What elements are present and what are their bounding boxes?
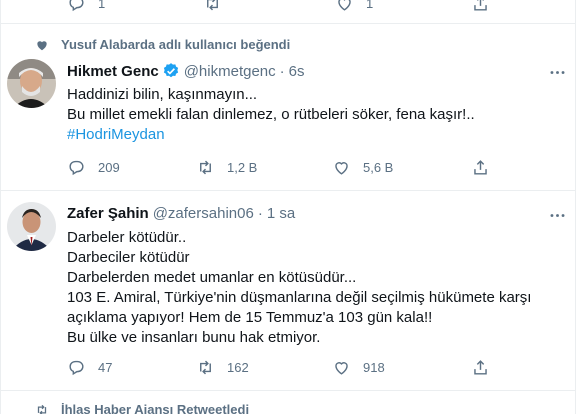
retweet-button[interactable] [203,0,222,13]
heart-icon [335,162,348,175]
share-icon [474,0,487,11]
retweet-count: 1,2 B [227,160,258,175]
reply-icon [69,360,84,376]
retweet-icon [37,404,47,414]
tweet-line: Bu ülke ve insanları bunu hak etmiyor. [67,329,321,346]
retweet-icon [200,160,211,175]
avatar-image [7,202,56,251]
like-count: 918 [363,360,385,375]
tweet-line: açıklama yapıyor! Hem de 15 Temmuz'a 103… [67,309,433,326]
avatar[interactable] [7,202,56,251]
tweet-line: Darbeciler kötüdür [67,249,190,266]
heart-icon [335,362,348,375]
retweet-icon [200,360,211,375]
separator-dot: · [279,62,285,80]
heart-icon [338,0,351,11]
timeline: 1 1 Yusuf Alabarda adlı kullanıcı beğend… [0,0,576,414]
separator-dot: · [257,205,263,222]
retweet-count: 162 [227,360,249,375]
reply-icon [69,160,84,176]
social-context-text: Yusuf Alabarda adlı kullanıcı beğendi [61,37,291,52]
reply-button[interactable]: 47 [67,358,112,377]
tweet-line: Bu millet emekli falan dinlemez, o rütbe… [67,106,475,123]
author-name[interactable]: Zafer Şahin [67,205,149,222]
hashtag-link[interactable]: #HodriMeydan [67,125,475,145]
verified-badge-icon [163,63,178,78]
avatar[interactable] [7,59,56,108]
like-button[interactable]: 5,6 B [332,158,393,177]
tweet-text: Darbeler kötüdür.. Darbeciler kötüdür Da… [67,228,531,348]
tweet-text: Haddinizi bilin, kaşınmayın... Bu millet… [67,85,475,145]
reply-icon [69,0,84,12]
author-handle[interactable]: @hikmetgenc [184,63,276,80]
tweet-ihlas-haber[interactable]: İhlas Haber Ajansı Retweetledi [1,391,576,414]
share-icon [474,360,487,375]
social-context-text: İhlas Haber Ajansı Retweetledi [61,402,250,414]
social-context: İhlas Haber Ajansı Retweetledi [35,402,249,414]
tweet-header: Zafer Şahin @zafersahin06 · 1 sa [67,205,295,222]
share-button[interactable] [471,0,490,13]
reply-count: 209 [98,160,120,175]
reply-count: 47 [98,360,113,375]
tweet-time[interactable]: 6s [289,63,305,80]
retweet-button[interactable]: 162 [196,358,249,377]
tweet-line: Darbeler kötüdür.. [67,229,187,246]
share-button[interactable] [471,358,490,377]
share-icon [474,160,487,175]
tweet-line: Haddinizi bilin, kaşınmayın... [67,86,258,103]
reply-button[interactable]: 1 [67,0,105,13]
tweet-time[interactable]: 1 sa [267,205,295,222]
like-button[interactable]: 1 [335,0,373,13]
author-name[interactable]: Hikmet Genc [67,63,159,80]
more-options-icon[interactable] [548,206,567,225]
author-handle[interactable]: @zafersahin06 [153,205,254,222]
like-count: 1 [366,0,374,11]
more-options-icon[interactable] [548,63,567,82]
reply-count: 1 [98,0,106,11]
tweet-header: Hikmet Genc @hikmetgenc · 6s [67,62,304,80]
heart-filled-icon [37,40,47,50]
reply-button[interactable]: 209 [67,158,120,177]
tweet-line: 103 E. Amiral, Türkiye'nin düşmanlarına … [67,289,532,306]
retweet-button[interactable]: 1,2 B [196,158,257,177]
share-button[interactable] [471,158,490,177]
social-context: Yusuf Alabarda adlı kullanıcı beğendi [35,37,290,52]
like-button[interactable]: 918 [332,358,385,377]
like-count: 5,6 B [363,160,394,175]
tweet-zafer-sahin[interactable]: Zafer Şahin @zafersahin06 · 1 sa Darbele… [1,191,576,391]
tweet-line: Darbelerden medet umanlar en kötüsüdür..… [67,269,357,286]
tweet-hikmet-genc[interactable]: Yusuf Alabarda adlı kullanıcı beğendi Hi… [1,25,576,191]
retweet-icon [207,0,218,11]
avatar-image [7,59,56,108]
previous-tweet-actions: 1 1 [1,0,576,24]
